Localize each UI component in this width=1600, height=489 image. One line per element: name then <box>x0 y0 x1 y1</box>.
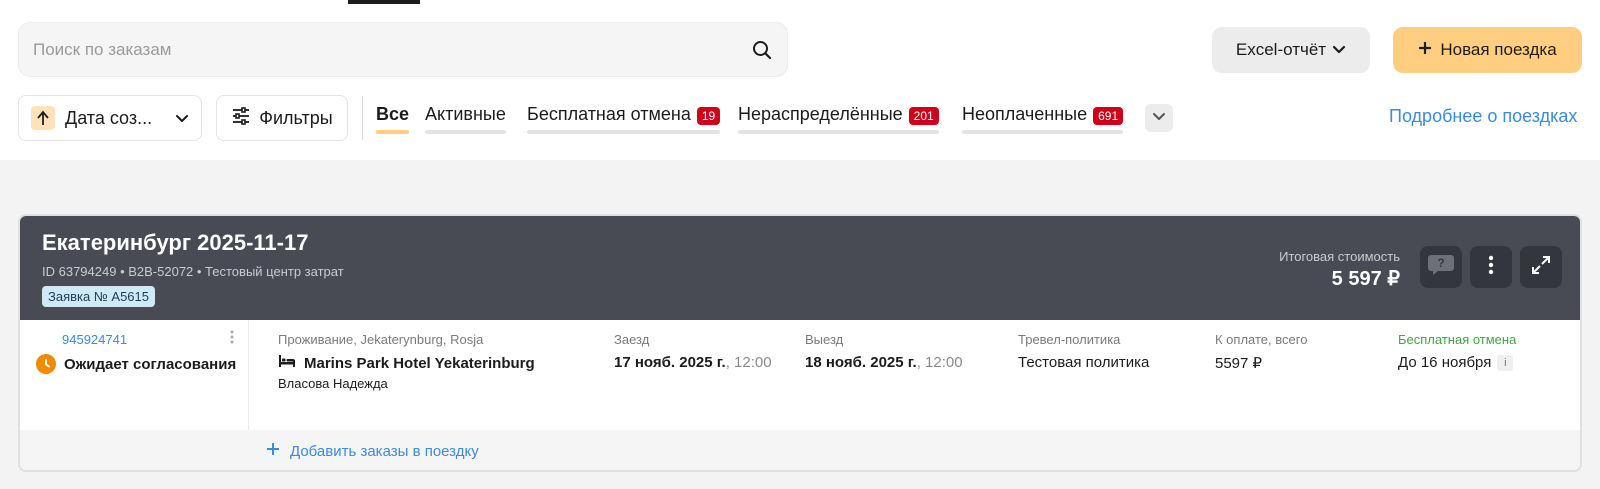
chevron-down-icon <box>1152 109 1166 127</box>
plus-icon <box>1418 40 1432 60</box>
checkout-time: , 12:00 <box>916 354 963 371</box>
count-badge: 19 <box>696 107 721 125</box>
checkout-label: Выезд <box>805 332 844 347</box>
policy-value: Тестовая политика <box>1018 354 1150 371</box>
new-trip-label: Новая поездка <box>1440 40 1557 59</box>
tab-unpaid[interactable]: Неоплаченные 691 <box>962 104 1124 134</box>
sort-arrow-up-icon <box>31 106 55 130</box>
order-status-column: 945924741 Ожидает согласования <box>20 320 249 430</box>
search-icon[interactable] <box>751 39 773 61</box>
accommodation-label: Проживание, Jekaterynburg, Rosja <box>278 332 484 347</box>
trip-title: Екатеринбург 2025-11-17 <box>42 230 309 255</box>
checkout-value: 18 нояб. 2025 г., 12:00 <box>805 354 963 371</box>
free-cancel-value: До 16 ноября i <box>1398 354 1514 372</box>
add-orders-button[interactable]: Добавить заказы в поездку <box>266 442 479 460</box>
info-icon[interactable]: i <box>1497 355 1514 372</box>
filters-button[interactable]: Фильтры <box>216 95 348 141</box>
checkin-time: , 12:00 <box>725 354 772 371</box>
checkout-date: 18 нояб. 2025 г. <box>805 354 917 371</box>
new-trip-button[interactable]: Новая поездка <box>1393 27 1582 73</box>
checkin-value: 17 нояб. 2025 г., 12:00 <box>614 354 772 371</box>
tab-label: Активные <box>425 104 506 124</box>
sliders-icon <box>231 106 251 130</box>
sort-label: Дата соз... <box>65 107 153 128</box>
total-cost-value: 5 597 ₽ <box>1331 268 1400 290</box>
tab-label: Нераспределённые <box>738 104 903 124</box>
more-tabs-button[interactable] <box>1145 104 1173 132</box>
tab-unassigned[interactable]: Нераспределённые 201 <box>738 104 939 134</box>
trip-header: Екатеринбург 2025-11-17 ID 63794249 • B2… <box>20 216 1580 320</box>
sort-dropdown[interactable]: Дата соз... <box>18 95 202 141</box>
svg-text:?: ? <box>1437 256 1444 270</box>
free-cancel-label: Бесплатная отмена <box>1398 332 1517 347</box>
filters-label: Фильтры <box>259 107 333 128</box>
tab-label: Неоплаченные <box>962 104 1088 124</box>
kebab-menu-icon <box>1488 255 1494 280</box>
excel-report-button[interactable]: Excel-отчёт <box>1212 27 1370 73</box>
bed-icon <box>278 354 296 372</box>
expand-button[interactable] <box>1520 246 1562 288</box>
clock-icon <box>36 354 56 374</box>
count-badge: 201 <box>908 107 939 125</box>
chat-question-icon: ? <box>1427 253 1455 282</box>
chevron-down-icon <box>1332 40 1346 60</box>
plus-icon <box>266 442 280 460</box>
guest-name: Власова Надежда <box>278 376 388 391</box>
comments-button[interactable]: ? <box>1420 246 1462 288</box>
trips-info-link[interactable]: Подробнее о поездках <box>1389 106 1577 127</box>
top-tab-indicator <box>348 0 420 4</box>
trip-menu-button[interactable] <box>1470 246 1512 288</box>
trip-card: Екатеринбург 2025-11-17 ID 63794249 • B2… <box>18 214 1582 472</box>
hotel-name-text: Marins Park Hotel Yekaterinburg <box>304 354 535 372</box>
expand-icon <box>1531 255 1551 280</box>
search-input[interactable] <box>33 39 751 60</box>
checkin-date: 17 нояб. 2025 г. <box>614 354 726 371</box>
order-status: Ожидает согласования <box>36 354 236 374</box>
free-cancel-date: До 16 ноября <box>1398 354 1492 371</box>
total-cost-label: Итоговая стоимость <box>1279 249 1400 264</box>
count-badge: 691 <box>1093 107 1124 125</box>
toolbar-divider <box>362 96 363 140</box>
payment-value: 5597 ₽ <box>1215 355 1263 372</box>
hotel-name: Marins Park Hotel Yekaterinburg <box>278 354 535 372</box>
add-orders-bar: Добавить заказы в поездку <box>20 430 1580 470</box>
trip-subtitle: ID 63794249 • B2B-52072 • Тестовый центр… <box>42 264 344 279</box>
order-menu-icon[interactable] <box>230 330 234 349</box>
status-text: Ожидает согласования <box>64 355 237 373</box>
search-box[interactable] <box>18 22 788 77</box>
tab-active[interactable]: Активные <box>425 104 506 134</box>
policy-label: Тревел-политика <box>1018 332 1121 347</box>
payment-label: К оплате, всего <box>1215 332 1308 347</box>
chevron-down-icon <box>175 108 189 129</box>
order-row[interactable]: 945924741 Ожидает согласования Проживани… <box>20 320 1580 430</box>
order-id-link[interactable]: 945924741 <box>62 332 127 347</box>
excel-report-label: Excel-отчёт <box>1235 40 1327 59</box>
add-orders-label: Добавить заказы в поездку <box>290 442 479 460</box>
checkin-label: Заезд <box>614 332 650 347</box>
top-panel: Excel-отчёт Новая поездка Дата соз... Фи… <box>0 0 1600 160</box>
tab-label: Бесплатная отмена <box>527 104 691 124</box>
tab-label: Все <box>376 104 410 124</box>
request-badge: Заявка № A5615 <box>42 286 155 307</box>
tab-free-cancel[interactable]: Бесплатная отмена 19 <box>527 104 721 134</box>
tab-all[interactable]: Все <box>376 104 410 134</box>
